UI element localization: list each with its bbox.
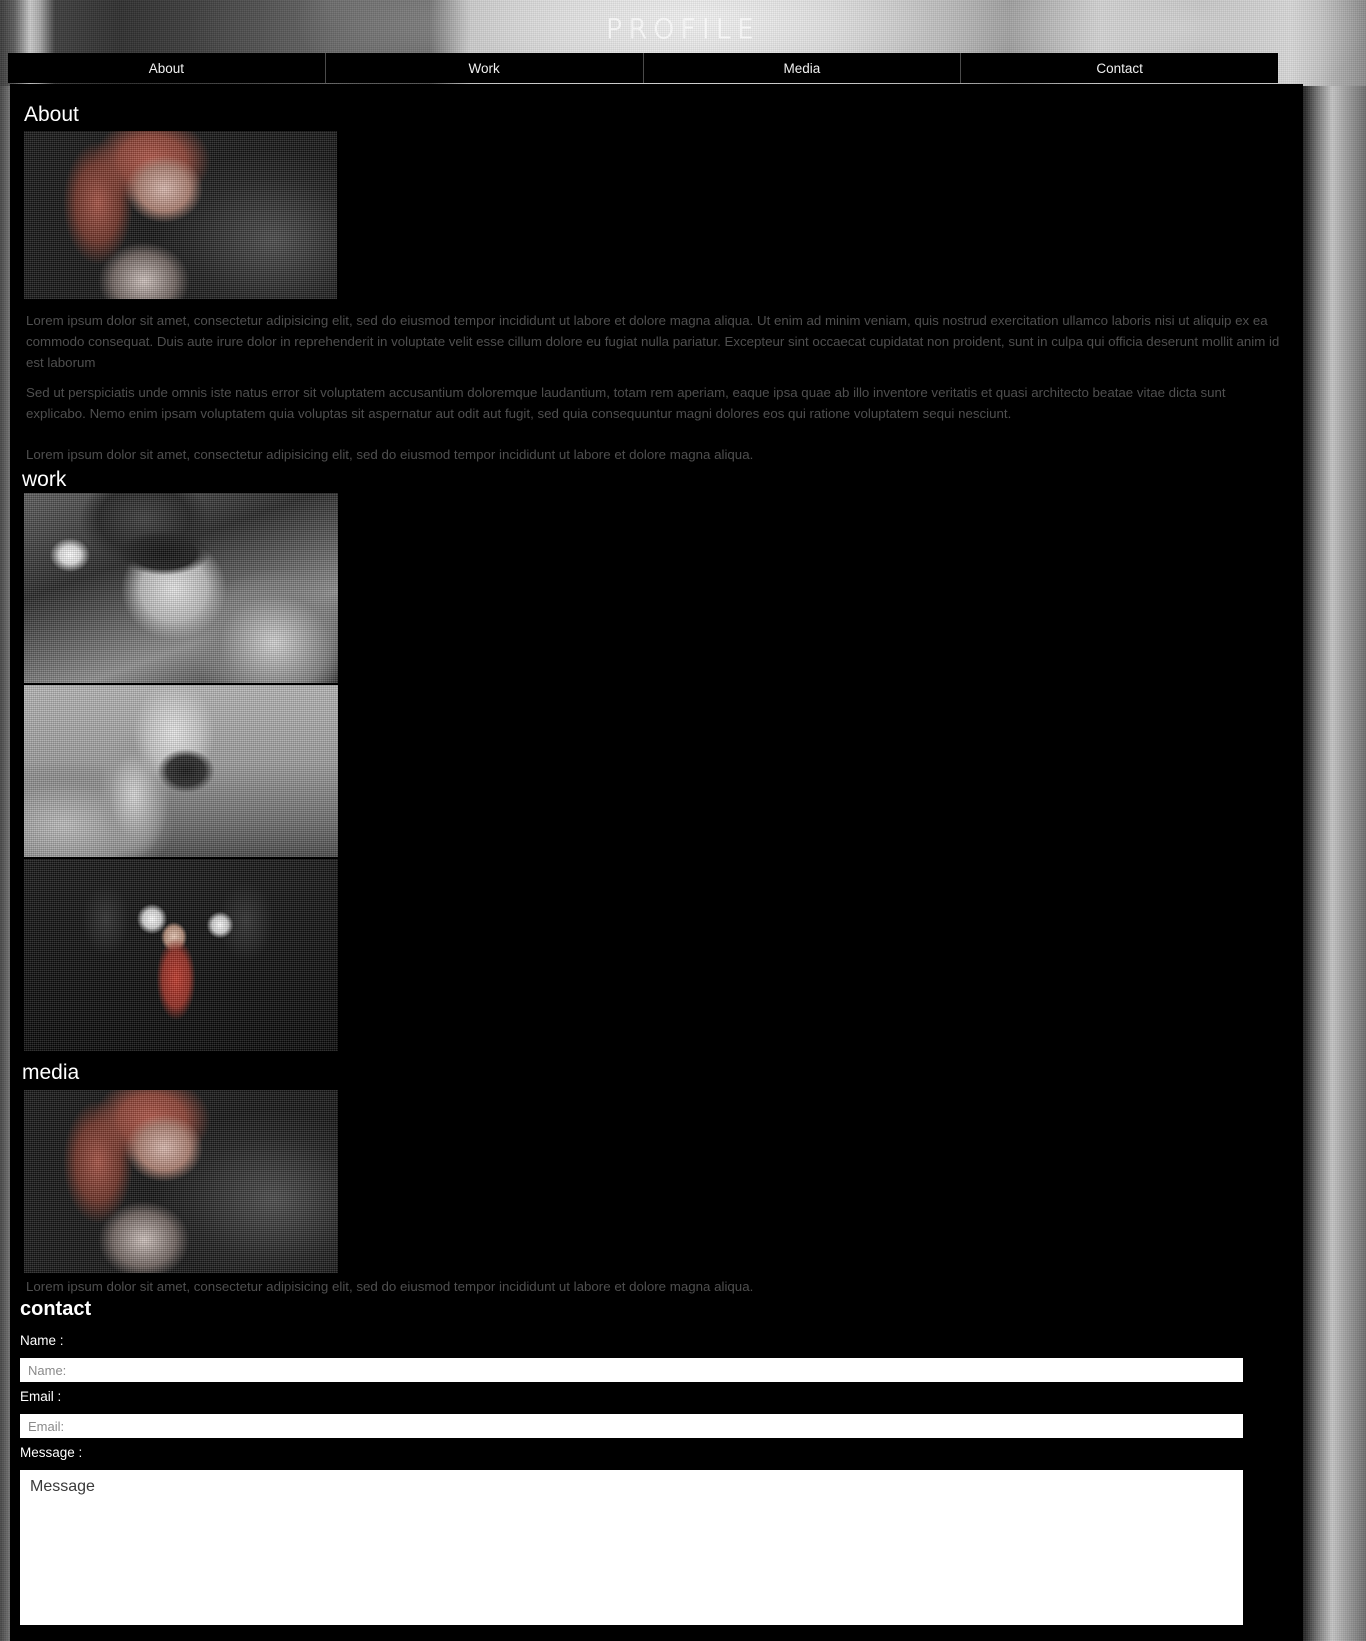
section-title-contact: contact <box>20 1298 92 1320</box>
content-panel: About Lorem ipsum dolor sit amet, consec… <box>10 84 1303 1641</box>
about-paragraph-1: Lorem ipsum dolor sit amet, consectetur … <box>26 313 1280 370</box>
section-title-work: work <box>22 468 67 491</box>
nav-item-contact[interactable]: Contact <box>961 53 1278 83</box>
nav-item-contact-label: Contact <box>1096 60 1143 76</box>
nav-item-work[interactable]: Work <box>326 53 644 83</box>
nav-item-work-label: Work <box>468 60 500 76</box>
name-field-label: Name : <box>20 1333 64 1348</box>
dither-overlay <box>24 685 338 857</box>
nav-item-about-label: About <box>148 60 185 76</box>
dither-overlay <box>24 131 337 299</box>
site-title: PROFILE <box>606 14 760 45</box>
work-image-3[interactable] <box>24 859 338 1051</box>
message-textarea[interactable] <box>20 1470 1243 1625</box>
section-title-about: About <box>24 103 79 126</box>
about-paragraph-3: Lorem ipsum dolor sit amet, consectetur … <box>26 447 754 462</box>
name-input[interactable] <box>20 1358 1243 1382</box>
email-field-label: Email : <box>20 1389 62 1404</box>
about-paragraph-2: Sed ut perspiciatis unde omnis iste natu… <box>26 385 1226 421</box>
dither-overlay <box>24 493 338 683</box>
about-portrait-image <box>24 131 337 299</box>
page-header: PROFILE <box>0 0 1366 52</box>
media-paragraph: Lorem ipsum dolor sit amet, consectetur … <box>26 1279 754 1294</box>
message-field-label: Message : <box>20 1445 83 1460</box>
section-title-media: media <box>22 1061 80 1084</box>
email-input[interactable] <box>20 1414 1243 1438</box>
dither-overlay <box>24 859 338 1051</box>
main-navigation: About Work Media Contact <box>8 53 1278 83</box>
work-image-1[interactable] <box>24 493 338 683</box>
nav-item-media-label: Media <box>783 60 821 76</box>
dither-overlay <box>24 1090 338 1273</box>
work-image-2[interactable] <box>24 685 338 857</box>
nav-item-about[interactable]: About <box>8 53 326 83</box>
media-portrait-image[interactable] <box>24 1090 338 1273</box>
nav-item-media[interactable]: Media <box>644 53 962 83</box>
